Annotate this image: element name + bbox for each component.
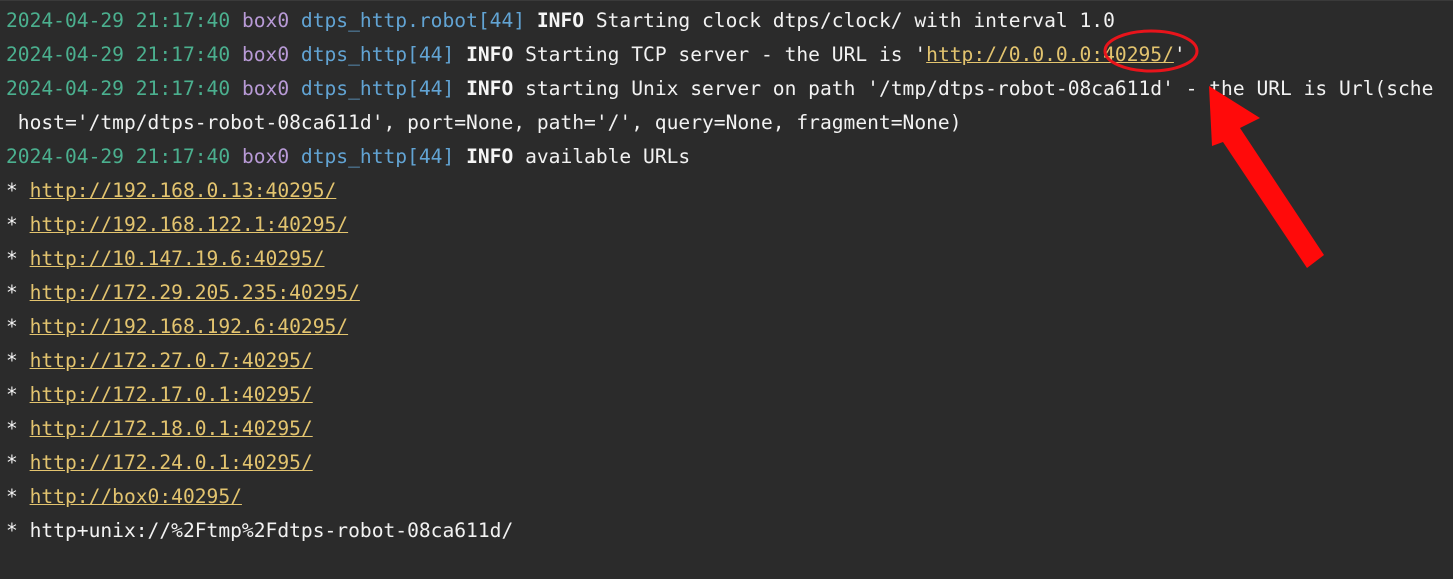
log-logger: dtps_http[44] <box>300 145 455 168</box>
url-list-item: * http://192.168.122.1:40295/ <box>6 211 1453 245</box>
log-message: available URLs <box>525 145 691 168</box>
url-list-item: * http://172.17.0.1:40295/ <box>6 381 1453 415</box>
url-link[interactable]: http://192.168.0.13:40295/ <box>30 179 337 202</box>
log-logger: dtps_http[44] <box>300 43 455 66</box>
log-logger: dtps_http[44] <box>300 77 455 100</box>
bullet: * <box>6 383 18 406</box>
url-link[interactable]: http://172.27.0.7:40295/ <box>30 349 313 372</box>
tcp-server-url-link[interactable]: http://0.0.0.0:40295/ <box>926 43 1174 66</box>
bullet: * <box>6 179 18 202</box>
log-timestamp: 2024-04-29 21:17:40 <box>6 9 231 32</box>
bullet: * <box>6 451 18 474</box>
url-list-item: * http://box0:40295/ <box>6 483 1453 517</box>
url-list-item: * http://172.27.0.7:40295/ <box>6 347 1453 381</box>
bullet: * <box>6 519 18 542</box>
log-host: box0 <box>241 77 290 100</box>
terminal-output: 2024-04-29 21:17:40 box0 dtps_http.robot… <box>6 7 1453 551</box>
bullet: * <box>6 315 18 338</box>
log-line-available-urls: 2024-04-29 21:17:40 box0 dtps_http[44] I… <box>6 143 1453 177</box>
log-timestamp: 2024-04-29 21:17:40 <box>6 77 231 100</box>
log-message-suffix: ' <box>1173 43 1186 66</box>
bullet: * <box>6 247 18 270</box>
url-list-item: * http://172.29.205.235:40295/ <box>6 279 1453 313</box>
log-message-prefix: Starting TCP server - the URL is ' <box>525 43 927 66</box>
terminal-window[interactable]: 2024-04-29 21:17:40 box0 dtps_http.robot… <box>0 0 1453 579</box>
url-link[interactable]: http://172.24.0.1:40295/ <box>30 451 313 474</box>
log-message: Starting clock dtps/clock/ with interval… <box>595 9 1115 32</box>
log-line-clock: 2024-04-29 21:17:40 box0 dtps_http.robot… <box>6 7 1453 41</box>
log-level: INFO <box>466 77 514 100</box>
url-link[interactable]: http://10.147.19.6:40295/ <box>30 247 325 270</box>
log-message: starting Unix server on path '/tmp/dtps-… <box>525 77 1434 100</box>
url-link[interactable]: http://172.18.0.1:40295/ <box>30 417 313 440</box>
bullet: * <box>6 349 18 372</box>
log-host: box0 <box>241 9 290 32</box>
url-link[interactable]: http://172.29.205.235:40295/ <box>30 281 360 304</box>
log-timestamp: 2024-04-29 21:17:40 <box>6 145 231 168</box>
url-list-item: * http://172.18.0.1:40295/ <box>6 415 1453 449</box>
url-list-item: * http://192.168.192.6:40295/ <box>6 313 1453 347</box>
url-link[interactable]: http://172.17.0.1:40295/ <box>30 383 313 406</box>
bullet: * <box>6 485 18 508</box>
bullet: * <box>6 281 18 304</box>
url-list-item-unix: * http+unix://%2Ftmp%2Fdtps-robot-08ca61… <box>6 517 1453 551</box>
url-link[interactable]: http://192.168.122.1:40295/ <box>30 213 349 236</box>
log-line-unix-continuation: host='/tmp/dtps-robot-08ca611d', port=No… <box>6 109 1453 143</box>
log-line-tcp-server: 2024-04-29 21:17:40 box0 dtps_http[44] I… <box>6 41 1453 75</box>
unix-url-text: http+unix://%2Ftmp%2Fdtps-robot-08ca611d… <box>29 519 514 542</box>
url-list-item: * http://10.147.19.6:40295/ <box>6 245 1453 279</box>
log-line-unix-server: 2024-04-29 21:17:40 box0 dtps_http[44] I… <box>6 75 1453 109</box>
url-link[interactable]: http://192.168.192.6:40295/ <box>30 315 349 338</box>
url-link[interactable]: http://box0:40295/ <box>30 485 242 508</box>
bullet: * <box>6 213 18 236</box>
log-logger: dtps_http.robot[44] <box>300 9 526 32</box>
log-level: INFO <box>466 145 514 168</box>
log-host: box0 <box>241 145 290 168</box>
log-host: box0 <box>241 43 290 66</box>
log-level: INFO <box>536 9 585 32</box>
log-level: INFO <box>466 43 514 66</box>
bullet: * <box>6 417 18 440</box>
url-list-item: * http://192.168.0.13:40295/ <box>6 177 1453 211</box>
log-message-continuation: host='/tmp/dtps-robot-08ca611d', port=No… <box>6 111 962 134</box>
url-list-item: * http://172.24.0.1:40295/ <box>6 449 1453 483</box>
log-timestamp: 2024-04-29 21:17:40 <box>6 43 231 66</box>
